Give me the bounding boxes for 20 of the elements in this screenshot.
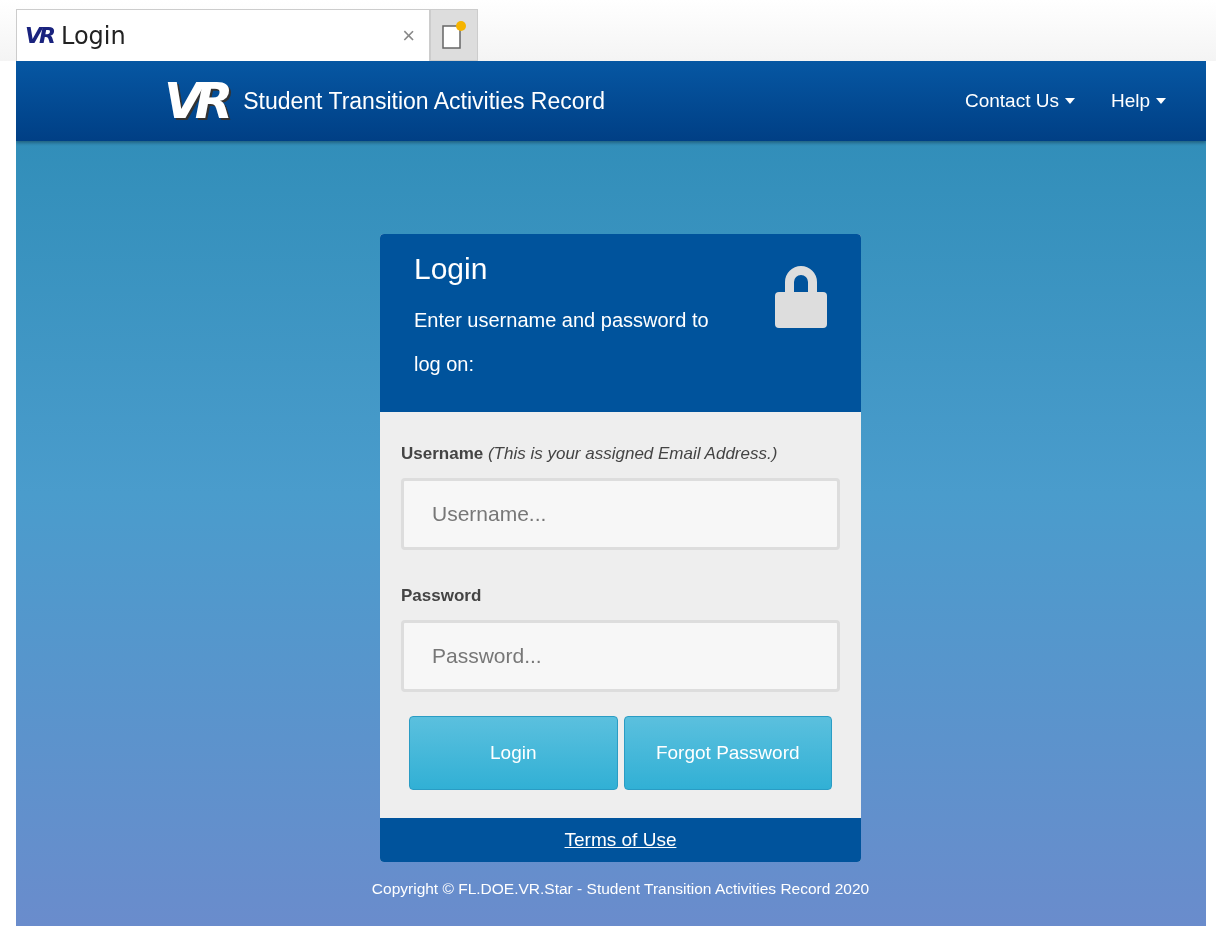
card-title: Login <box>414 252 489 286</box>
browser-tab[interactable]: VR Login × <box>16 9 430 61</box>
nav-menu[interactable]: Contact Us <box>964 90 1075 112</box>
username-field[interactable]: Username... <box>401 478 840 550</box>
card-subtitle: Enter username and password to log on: <box>414 308 710 377</box>
field-label: Password <box>401 586 483 606</box>
site-title: Student Transition Activities Record <box>243 87 606 115</box>
favicon: VR <box>25 23 53 48</box>
close-tab-button[interactable]: × <box>402 22 415 49</box>
copyright-text: Copyright © FL.DOE.VR.Star - Student Transition Activities Record 2020 <box>371 880 870 898</box>
password-field[interactable]: Password... <box>401 620 840 692</box>
caret-icon <box>1064 98 1075 104</box>
logo[interactable]: VR <box>164 72 226 130</box>
new-page-icon <box>441 20 467 50</box>
terms-link[interactable]: Terms of Use <box>564 829 677 851</box>
new-tab-button[interactable] <box>430 9 478 61</box>
caret-icon <box>1156 98 1166 104</box>
tab-title: Login <box>60 21 127 50</box>
nav-menu[interactable]: Help <box>1110 90 1166 112</box>
field-label: Username (This is your assigned Email Address.) <box>401 444 779 464</box>
